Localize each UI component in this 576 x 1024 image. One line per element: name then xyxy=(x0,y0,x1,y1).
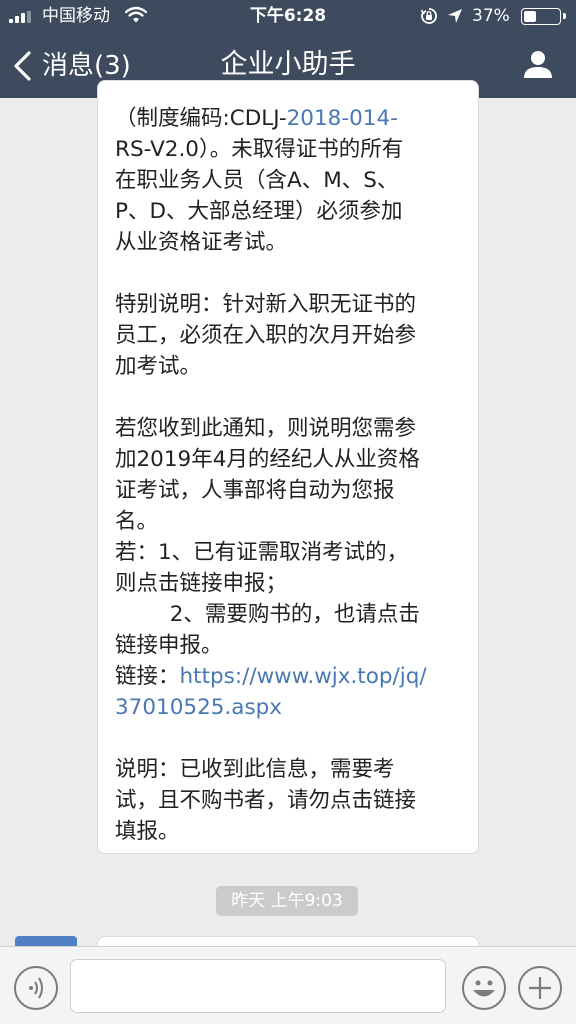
battery-level xyxy=(524,11,537,22)
battery-icon xyxy=(521,8,566,25)
message-link[interactable]: 2018-014- xyxy=(287,106,398,131)
page-title: 企业小助手 xyxy=(220,49,356,80)
battery-percent: 37% xyxy=(472,6,510,26)
input-bar xyxy=(0,946,576,1024)
message-paragraph: RS-V2.0）。未取得证书的所有 在职业务人员（含A、M、S、 P、D、大部总… xyxy=(115,137,420,689)
profile-icon[interactable] xyxy=(522,48,554,80)
orientation-lock-icon xyxy=(420,8,437,24)
message-paragraph: 说明：已收到此信息，需要考 试，且不购书者，请勿点击链接 填报。 xyxy=(115,757,417,844)
message-text: （制度编码:CDLJ-2018-014- RS-V2.0）。未取得证书的所有 在… xyxy=(115,103,470,847)
voice-icon[interactable] xyxy=(13,965,59,1011)
message-input[interactable] xyxy=(70,959,446,1013)
emoji-icon[interactable] xyxy=(461,965,507,1011)
message-bubble: （制度编码:CDLJ-2018-014- RS-V2.0）。未取得证书的所有 在… xyxy=(97,80,479,854)
plus-icon[interactable] xyxy=(517,965,563,1011)
status-bar: 中国移动 下午6:28 37% xyxy=(0,0,576,32)
message-paragraph: （制度编码:CDLJ- xyxy=(115,106,287,131)
message-timestamp: 昨天 上午9:03 xyxy=(216,886,358,916)
location-icon xyxy=(448,9,462,23)
